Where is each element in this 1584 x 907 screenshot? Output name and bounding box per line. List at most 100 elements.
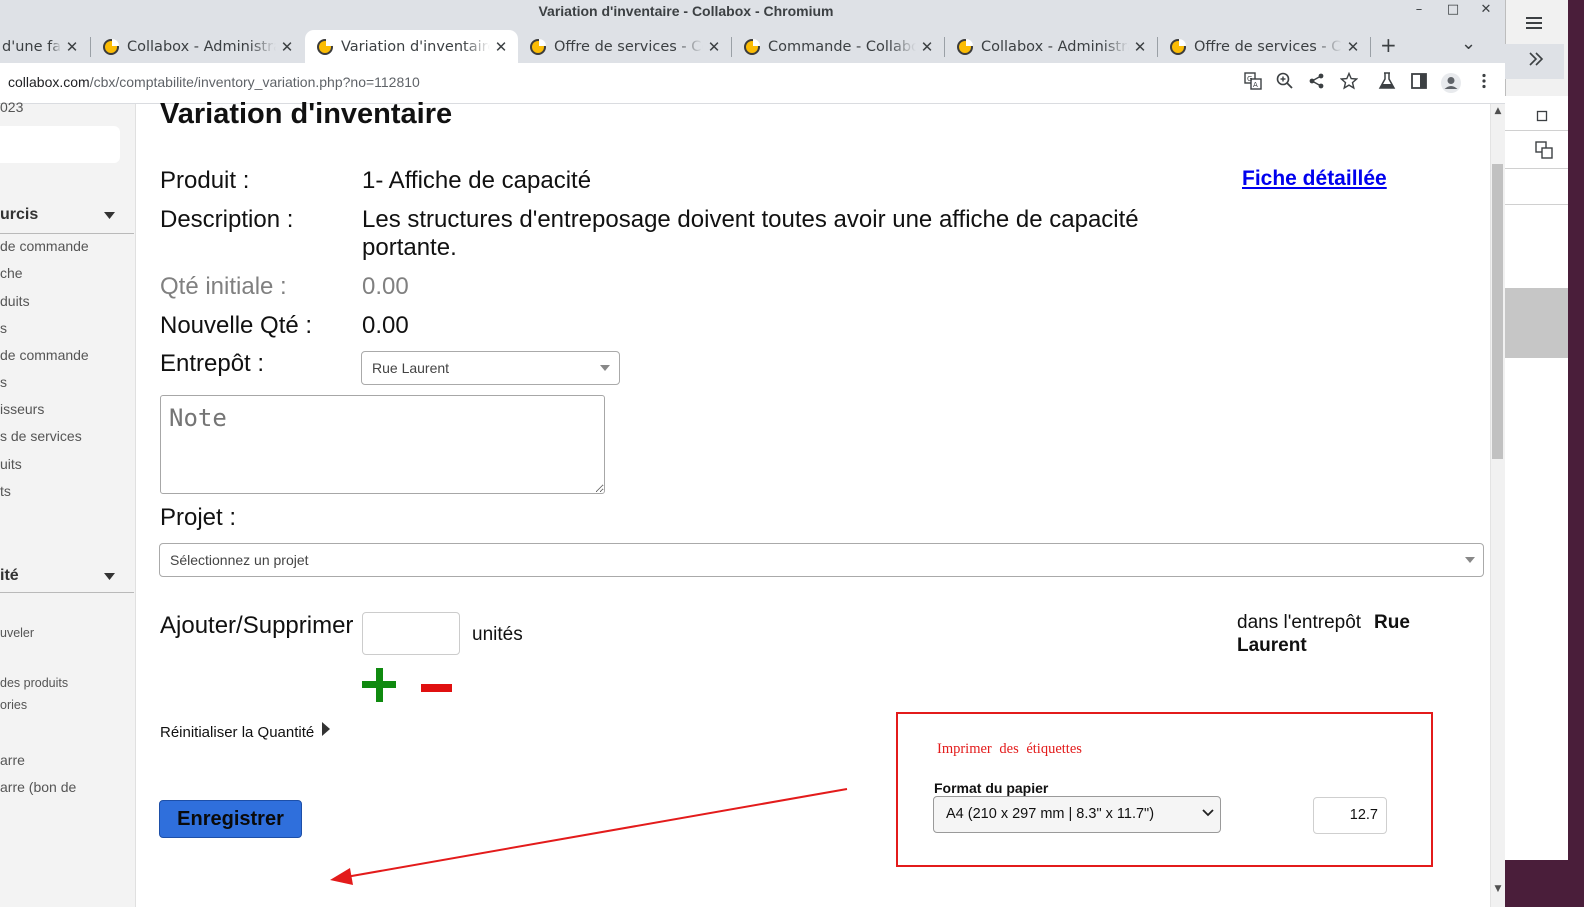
sidebar-item[interactable]: s de services [0,428,82,444]
sidebar-divider [0,592,134,593]
share-icon[interactable] [1305,72,1329,94]
translate-icon[interactable]: GA [1241,72,1265,94]
collabox-favicon-icon [957,38,973,55]
background-window-panel [1505,860,1568,907]
window-title: Variation d'inventaire - Collabox - Chro… [538,3,834,19]
sidebar-item[interactable]: de commande [0,347,89,363]
sidebar-divider [0,233,134,234]
close-tab-icon[interactable]: ✕ [1129,38,1151,56]
close-tab-icon[interactable]: ✕ [703,38,725,56]
chevron-down-icon [1465,557,1475,563]
sidebar-item[interactable]: s [0,320,7,336]
caret-down-icon[interactable] [104,570,115,584]
close-window-button[interactable]: ✕ [1472,2,1500,22]
initial-qty-value: 0.00 [362,273,409,300]
close-tab-icon[interactable]: ✕ [916,38,938,56]
sidebar-item[interactable]: arre [0,752,25,768]
profile-icon[interactable] [1439,72,1463,94]
warehouse-select[interactable]: Rue Laurent [361,351,620,385]
note-textarea[interactable] [160,395,605,494]
tab-search-icon[interactable]: ⌄ [1461,33,1476,54]
sidebar-item[interactable]: des produits [0,676,68,690]
tab-title: Commande - Collabox [768,38,916,55]
description-value: Les structures d'entreposage doivent tou… [362,206,1202,262]
background-window-content [1505,96,1568,860]
annotation-arrow-icon [330,788,848,885]
warehouse-context-text: dans l'entrepôt [1237,612,1362,633]
tab-separator [1370,37,1371,57]
tab-6[interactable]: Offre de services - Col ✕ [1158,30,1370,63]
sidebar-item[interactable]: s [0,374,7,390]
units-label: unités [472,624,523,645]
maximize-button[interactable]: □ [1439,2,1467,22]
remove-quantity-button[interactable] [421,684,452,692]
scroll-up-icon[interactable]: ▲ [1491,106,1505,118]
url-field[interactable]: collabox.com/cbx/comptabilite/inventory_… [8,74,420,90]
tab-title: Collabox - Administra [981,38,1129,55]
paper-format-label: Format du papier [934,780,1049,796]
sidebar-item[interactable]: ories [0,698,27,712]
chevron-down-icon [600,365,610,371]
side-panel-icon[interactable] [1407,72,1431,94]
close-tab-icon[interactable]: ✕ [61,38,83,56]
sidebar-item[interactable]: de commande [0,238,89,254]
paper-format-select[interactable]: A4 (210 x 297 mm | 8.3" x 11.7") [933,796,1221,833]
tab-2-active[interactable]: Variation d'inventaire ✕ [305,30,518,63]
reset-quantity-toggle[interactable]: Réinitialiser la Quantité [160,724,314,741]
scrollbar-thumb[interactable] [1492,164,1503,459]
tab-0[interactable]: d'une fa ✕ [0,30,89,63]
minimize-button[interactable]: – [1405,2,1433,22]
close-tab-icon[interactable]: ✕ [490,38,512,56]
hamburger-menu-icon[interactable] [1524,16,1544,34]
project-select-placeholder: Sélectionnez un projet [170,552,309,568]
divider [1505,130,1568,131]
sidebar-section-quantity[interactable]: ité [0,567,19,585]
print-labels-title: Imprimer des étiquettes [937,741,1082,757]
sidebar-item[interactable]: uits [0,456,22,472]
save-button[interactable]: Enregistrer [159,800,302,838]
sidebar-item[interactable]: duits [0,293,30,309]
warehouse-context-name: Rue [1374,612,1410,633]
label-size-input[interactable]: 12.7 [1313,797,1387,834]
url-host: collabox.com [8,74,90,90]
project-select[interactable]: Sélectionnez un projet [159,543,1484,577]
tab-title: Offre de services - Col [554,38,703,55]
labs-flask-icon[interactable] [1375,72,1399,94]
sidebar-year: 023 [0,99,24,115]
product-label: Produit : [160,167,250,194]
new-tab-button[interactable]: + [1380,33,1397,57]
zoom-icon[interactable] [1273,72,1297,94]
tab-3[interactable]: Offre de services - Col ✕ [518,30,731,63]
maximize-icon[interactable] [1532,108,1552,126]
scroll-down-icon[interactable]: ▼ [1491,884,1505,896]
caret-right-icon[interactable] [322,722,330,736]
close-tab-icon[interactable]: ✕ [276,38,298,56]
product-value: 1- Affiche de capacité [362,167,592,194]
close-tab-icon[interactable]: ✕ [1342,38,1364,56]
tab-1[interactable]: Collabox - Administra ✕ [91,30,304,63]
caret-down-icon[interactable] [104,209,115,223]
sidebar-item[interactable]: arre (bon de [0,779,76,795]
desktop-edge [1568,0,1584,907]
bookmark-star-icon[interactable] [1337,71,1361,94]
tab-4[interactable]: Commande - Collabox ✕ [732,30,944,63]
sidebar-item[interactable]: uveler [0,626,34,640]
project-label: Projet : [160,504,237,531]
sidebar-item[interactable]: ts [0,483,11,499]
sidebar-item[interactable]: che [0,265,23,281]
add-quantity-button[interactable] [362,668,396,702]
warehouse-select-value: Rue Laurent [372,360,450,376]
kebab-menu-icon[interactable] [1472,72,1496,94]
collabox-favicon-icon [103,38,119,55]
tab-5[interactable]: Collabox - Administra ✕ [945,30,1157,63]
double-chevron-right-icon[interactable] [1526,52,1546,70]
collabox-favicon-icon [317,38,333,55]
detail-sheet-link[interactable]: Fiche détaillée [1242,167,1387,191]
sidebar-section-shortcuts[interactable]: urcis [0,206,38,224]
translate-icon[interactable] [1534,141,1554,163]
sidebar-search-box[interactable] [0,126,120,163]
adjust-quantity-input[interactable] [362,612,460,655]
divider [1505,204,1568,205]
sidebar-item[interactable]: isseurs [0,401,44,417]
svg-text:G: G [1247,75,1252,83]
